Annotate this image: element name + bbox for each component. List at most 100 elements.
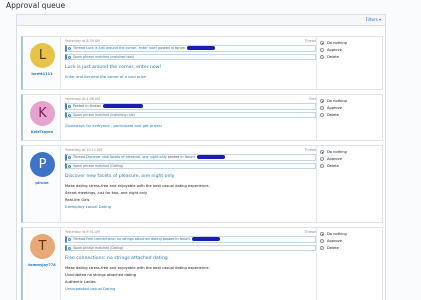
body-line: Make dating stress-free and enjoyable wi… — [65, 184, 210, 188]
radio-icon[interactable] — [320, 55, 324, 59]
spam-reason-text: Spam phrase matched (Dating) — [73, 164, 124, 168]
avatar[interactable]: L — [30, 43, 55, 68]
action-delete[interactable]: Delete — [320, 163, 339, 169]
thread-link[interactable]: Discover new facets of pleasure, one nig… — [86, 155, 167, 159]
redacted-thread-name — [102, 104, 143, 108]
action-label: Do nothing — [327, 150, 347, 154]
action-delete[interactable]: Delete — [320, 54, 339, 60]
timestamp: Yesterday at 8:59 AM — [65, 39, 100, 43]
warning-icon — [68, 247, 71, 250]
radio-icon[interactable] — [320, 106, 324, 110]
queue-item: L lorett1111 Yesterday at 8:59 AM Thread… — [21, 36, 383, 90]
action-approve[interactable]: Approve — [320, 156, 342, 162]
radio-icon[interactable] — [320, 239, 324, 243]
body-line: Secret meetings, just for two, one night… — [65, 191, 148, 195]
moderation-actions: Do nothing Approve Delete — [316, 37, 382, 89]
thread-title[interactable]: Discover new facets of pleasure, one nig… — [65, 174, 174, 179]
content-info-box: Posted in thread — [65, 103, 316, 110]
action-label: Delete — [327, 246, 339, 250]
content-type-label: Thread — [304, 148, 316, 152]
radio-icon[interactable] — [320, 113, 324, 117]
action-do-nothing[interactable]: Do nothing — [320, 40, 347, 46]
radio-checked-icon[interactable] — [320, 99, 324, 103]
warning-icon — [68, 114, 71, 117]
user-column: L lorett1111 — [23, 37, 61, 89]
radio-icon[interactable] — [320, 164, 324, 168]
avatar[interactable]: T — [30, 234, 55, 259]
user-column: K KeleTrayen — [23, 95, 61, 140]
radio-checked-icon[interactable] — [320, 232, 324, 236]
action-delete[interactable]: Delete — [320, 112, 339, 118]
info-prefix: Thread — [73, 46, 85, 50]
action-label: Do nothing — [327, 99, 347, 103]
username-link[interactable]: pIrune — [23, 181, 61, 185]
spam-reason-box: Spam phrase matched (Dating) — [65, 245, 316, 251]
action-do-nothing[interactable]: Do nothing — [320, 231, 347, 237]
filters-button[interactable]: Filters ▾ — [366, 17, 381, 22]
radio-icon[interactable] — [320, 246, 324, 250]
posted-in-label: posted in forum — [167, 155, 195, 159]
radio-checked-icon[interactable] — [320, 41, 324, 45]
info-icon — [68, 156, 71, 159]
username-link[interactable]: tommyjay774 — [23, 263, 61, 267]
redacted-forum-name — [196, 155, 225, 159]
queue-item: T tommyjay774 Yesterday at 9:51 AM Threa… — [21, 227, 383, 300]
content-type-label: Thread — [304, 39, 316, 43]
content-column: Yesterday at 4:08 AM Post Posted in thre… — [63, 95, 318, 140]
filter-bar: Filters ▾ — [17, 15, 385, 26]
posted-in-label: Posted in thread — [73, 104, 101, 108]
warning-icon — [68, 165, 71, 168]
content-column: Yesterday at 10:11 AM Thread Thread Disc… — [63, 146, 318, 222]
action-approve[interactable]: Approve — [320, 238, 342, 244]
body-line: Real-life Girls — [65, 198, 90, 202]
redacted-forum-name — [187, 46, 216, 50]
body-line-link[interactable]: Exemplary casual Dating — [65, 205, 111, 209]
moderation-actions: Do nothing Approve Delete — [316, 146, 382, 222]
timestamp: Yesterday at 9:51 AM — [65, 230, 100, 234]
radio-checked-icon[interactable] — [320, 150, 324, 154]
action-label: Do nothing — [327, 232, 347, 236]
body-line[interactable]: Enter and become the owner of a cool pri… — [65, 75, 146, 79]
queue-item: K KeleTrayen Yesterday at 4:08 AM Post P… — [21, 94, 383, 141]
action-do-nothing[interactable]: Do nothing — [320, 98, 347, 104]
thread-title[interactable]: Luck is just around the corner, enter no… — [65, 65, 161, 70]
action-label: Do nothing — [327, 41, 347, 45]
content-column: Yesterday at 8:59 AM Thread Thread Luck … — [63, 37, 318, 89]
thread-title[interactable]: Free connections: no strings attached da… — [65, 256, 168, 261]
posted-in-label: posted in forum — [158, 46, 186, 50]
thread-link[interactable]: Luck is just around the corner, enter no… — [86, 46, 157, 50]
body-line: Uninhibited no strings attached dating — [65, 273, 137, 277]
avatar[interactable]: P — [30, 152, 55, 177]
body-line[interactable]: Giveaways for everyone - participate and… — [65, 124, 162, 128]
spam-reason-text: Spam phrase matched (Dating) — [73, 246, 124, 250]
action-label: Approve — [327, 48, 342, 52]
action-approve[interactable]: Approve — [320, 105, 342, 111]
radio-icon[interactable] — [320, 48, 324, 52]
content-info-box: Thread Free connections: no strings atta… — [65, 236, 316, 243]
info-icon — [68, 47, 71, 50]
thread-link[interactable]: Free connections: no strings attached da… — [86, 237, 162, 241]
action-delete[interactable]: Delete — [320, 245, 339, 251]
moderation-actions: Do nothing Approve Delete — [316, 95, 382, 140]
content-column: Yesterday at 9:51 AM Thread Thread Free … — [63, 228, 318, 300]
moderation-actions: Do nothing Approve Delete — [316, 228, 382, 300]
content-info-box: Thread Luck is just around the corner, e… — [65, 45, 316, 52]
username-link[interactable]: KeleTrayen — [23, 130, 61, 134]
info-prefix: Thread — [73, 155, 85, 159]
queue-item: P pIrune Yesterday at 10:11 AM Thread Th… — [21, 145, 383, 223]
action-label: Delete — [327, 55, 339, 59]
action-do-nothing[interactable]: Do nothing — [320, 149, 347, 155]
spam-reason-text: Spam phrase matched (matching rule) — [73, 113, 135, 117]
spam-reason-text: Spam phrase matched (matched text) — [73, 55, 134, 59]
action-approve[interactable]: Approve — [320, 47, 342, 53]
username-link[interactable]: lorett1111 — [23, 72, 61, 76]
body-line-link[interactable]: Unsurpassed casual Dating — [65, 287, 115, 291]
user-column: P pIrune — [23, 146, 61, 222]
posted-in-label: posted in forum — [162, 237, 190, 241]
body-line: Make dating stress-free and enjoyable wi… — [65, 266, 210, 270]
spam-reason-box: Spam phrase matched (matched text) — [65, 54, 316, 60]
approval-queue-container: Filters ▾ L lorett1111 Yesterday at 8:59… — [16, 14, 386, 300]
avatar[interactable]: K — [30, 101, 55, 126]
timestamp: Yesterday at 4:08 AM — [65, 97, 100, 101]
radio-icon[interactable] — [320, 157, 324, 161]
